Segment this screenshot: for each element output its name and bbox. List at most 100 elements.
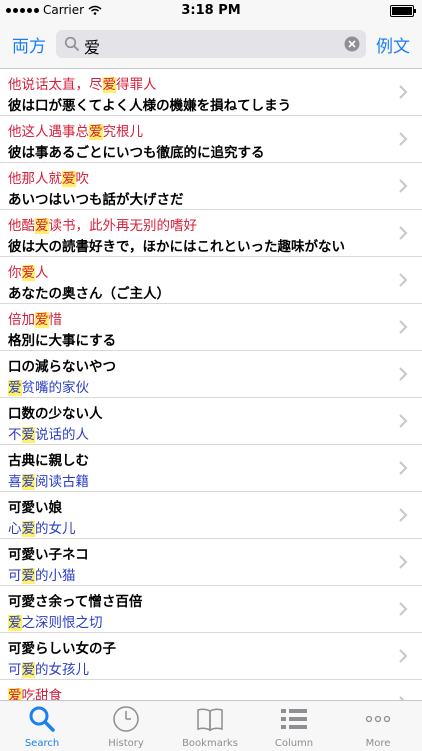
chevron-right-icon <box>399 367 408 381</box>
search-icon <box>29 706 55 732</box>
result-translation-text: 彼は大の読書好きで，ほかにはこれといった趣味がない <box>8 235 345 255</box>
result-source-text: 可愛い子ネコ <box>8 543 89 563</box>
highlighted-term: 爱 <box>102 77 116 93</box>
search-icon <box>64 36 80 52</box>
book-icon <box>197 708 223 732</box>
example-sentences-button[interactable]: 例文 <box>376 32 410 57</box>
result-translation-text: 心爱的女儿 <box>8 517 76 537</box>
result-translation-text: あなたの奥さん（ご主人） <box>8 282 170 302</box>
text-segment: 之深则恨之切 <box>21 615 103 631</box>
text-segment: あなたの奥さん（ご主人） <box>8 286 170 302</box>
highlighted-term: 爱 <box>21 265 35 281</box>
result-row[interactable]: 他这人遇事总爱究根儿彼は事あるごとにいつも徹底的に追究する <box>0 116 422 163</box>
result-row[interactable]: 古典に親しむ 喜爱阅读古籍 <box>0 445 422 492</box>
chevron-right-icon <box>399 649 408 663</box>
tab-search[interactable]: Search <box>0 701 84 751</box>
text-segment: 吃甜食 <box>21 688 63 700</box>
status-bar: Carrier 3:18 PM <box>0 0 422 20</box>
text-segment: 读书，此外再无别的嗜好 <box>48 218 198 234</box>
chevron-right-icon <box>399 85 408 99</box>
tab-label-bookmarks: Bookmarks <box>182 738 238 749</box>
highlighted-term: 爱 <box>35 218 49 234</box>
text-segment: 的女孩儿 <box>35 662 89 678</box>
result-row[interactable]: 可愛らしい女の子 可爱的女孩儿 <box>0 633 422 680</box>
text-segment: 人 <box>35 265 49 281</box>
result-row[interactable]: 爱吃甜食 <box>0 680 422 700</box>
result-row[interactable]: 倍加爱惜 格別に大事にする <box>0 304 422 351</box>
chevron-right-icon <box>399 273 408 287</box>
result-source-text: 他说话太直，尽爱得罪人 <box>8 73 157 93</box>
search-field[interactable]: 爱 <box>56 30 366 58</box>
tab-history[interactable]: History <box>84 701 168 751</box>
text-segment: 不 <box>8 427 22 443</box>
result-source-text: 倍加爱惜 <box>8 308 62 328</box>
text-segment: 可愛さ余って憎さ百倍 <box>8 594 143 610</box>
result-row[interactable]: 他酷爱读书，此外再无别的嗜好彼は大の読書好きで，ほかにはこれといった趣味がない <box>0 210 422 257</box>
text-segment: 贫嘴的家伙 <box>21 380 90 396</box>
result-source-text: 可愛らしい女の子 <box>8 637 116 657</box>
mode-both-button[interactable]: 両方 <box>12 32 46 57</box>
text-segment: 说话的人 <box>35 427 89 443</box>
text-segment: 惜 <box>48 312 63 328</box>
tab-column[interactable]: Column <box>252 701 336 751</box>
chevron-right-icon <box>399 320 408 334</box>
tab-more[interactable]: More <box>336 701 420 751</box>
result-source-text: 他这人遇事总爱究根儿 <box>8 120 143 140</box>
more-icon <box>365 715 391 723</box>
result-row[interactable]: 他说话太直，尽爱得罪人彼は口が悪くてよく人様の機嫌を損ねてしまう <box>0 69 422 116</box>
highlighted-term: 爱 <box>8 615 22 631</box>
text-segment: 的女儿 <box>35 521 76 537</box>
text-segment: 彼は事あるごとにいつも徹底的に追究する <box>8 145 265 161</box>
result-translation-text: 爱之深则恨之切 <box>8 611 103 631</box>
highlighted-term: 爱 <box>8 688 22 700</box>
text-segment: 你 <box>8 265 22 281</box>
tab-label-history: History <box>108 738 144 749</box>
text-segment: 可愛い子ネコ <box>8 547 89 563</box>
text-segment: 他那人就 <box>8 171 62 187</box>
text-segment: 可 <box>8 568 22 584</box>
text-segment: 可愛らしい女の子 <box>8 641 116 657</box>
result-source-text: 你爱人 <box>8 261 49 281</box>
text-segment: 口の減らないやつ <box>8 359 116 375</box>
chevron-right-icon <box>399 226 408 240</box>
tab-label-more: More <box>365 738 391 749</box>
result-source-text: 口数の少ない人 <box>8 402 103 422</box>
text-segment: 彼は大の読書好きで，ほかにはこれといった趣味がない <box>8 239 345 255</box>
tab-bookmarks[interactable]: Bookmarks <box>168 701 252 751</box>
text-segment: 吹 <box>75 171 90 187</box>
text-segment: 阅读古籍 <box>35 474 89 490</box>
tab-bar: Search History Bookmarks Column More <box>0 700 422 751</box>
clear-icon[interactable] <box>344 36 360 52</box>
clock-icon <box>113 706 139 732</box>
list-icon <box>281 709 307 729</box>
text-segment: 彼は口が悪くてよく人様の機嫌を損ねてしまう <box>8 98 292 114</box>
chevron-right-icon <box>399 461 408 475</box>
result-translation-text: 彼は事あるごとにいつも徹底的に追究する <box>8 141 265 161</box>
result-source-text: 他那人就爱吹 <box>8 167 89 187</box>
result-row[interactable]: 口数の少ない人 不爱说话的人 <box>0 398 422 445</box>
text-segment: 倍加 <box>8 312 35 328</box>
chevron-right-icon <box>399 414 408 428</box>
text-segment: 他说话太直，尽 <box>8 77 103 93</box>
result-row[interactable]: 可愛さ余って憎さ百倍 爱之深则恨之切 <box>0 586 422 633</box>
result-row[interactable]: 口の減らないやつ 爱贫嘴的家伙 <box>0 351 422 398</box>
text-segment: あいつはいつも話が大げさだ <box>8 192 184 208</box>
chevron-right-icon <box>399 132 408 146</box>
text-segment: 他酷 <box>8 218 35 234</box>
result-row[interactable]: 你爱人あなたの奥さん（ご主人） <box>0 257 422 304</box>
result-translation-text: 爱贫嘴的家伙 <box>8 376 89 396</box>
result-row[interactable]: 可愛い娘 心爱的女儿 <box>0 492 422 539</box>
chevron-right-icon <box>399 179 408 193</box>
search-input[interactable]: 爱 <box>84 34 100 58</box>
text-segment: 究根儿 <box>102 124 144 140</box>
chevron-right-icon <box>399 602 408 616</box>
result-source-text: 可愛さ余って憎さ百倍 <box>8 590 142 610</box>
results-list: 他说话太直，尽爱得罪人彼は口が悪くてよく人様の機嫌を損ねてしまう他这人遇事总爱究… <box>0 69 422 700</box>
text-segment: 可 <box>8 662 22 678</box>
result-translation-text: 可爱的女孩儿 <box>8 658 89 678</box>
text-segment: 古典に親しむ <box>8 453 89 469</box>
highlighted-term: 爱 <box>89 124 103 140</box>
result-row[interactable]: 可愛い子ネコ 可爱的小猫 <box>0 539 422 586</box>
battery-icon <box>390 5 416 17</box>
result-row[interactable]: 他那人就爱吹あいつはいつも話が大げさだ <box>0 163 422 210</box>
